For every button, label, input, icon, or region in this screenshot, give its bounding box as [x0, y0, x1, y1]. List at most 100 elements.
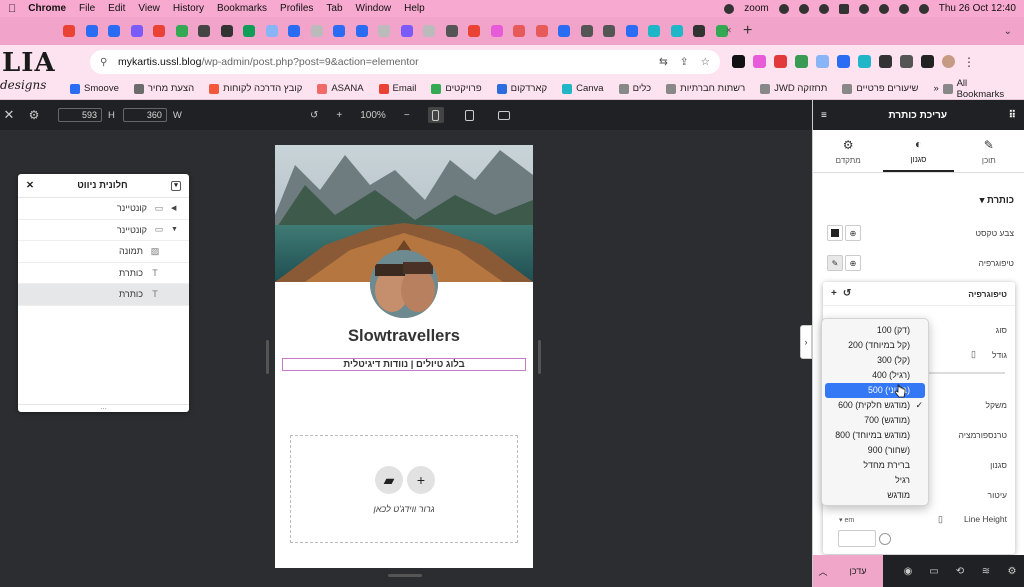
resize-handle-bottom[interactable] — [388, 574, 422, 577]
panel-collapse-button[interactable]: › — [800, 325, 812, 359]
widget-drop-zone[interactable]: ▰ + גרור ווידג'ט לכאן — [290, 435, 518, 543]
resize-handle-left[interactable] — [266, 340, 269, 374]
extension-icon[interactable] — [795, 55, 808, 68]
bookmark-item[interactable]: Canva — [562, 83, 604, 94]
add-section-plus-icon[interactable]: + — [407, 466, 435, 494]
sidebar-icon[interactable] — [921, 55, 934, 68]
add-icon[interactable]: + — [831, 288, 837, 299]
close-icon[interactable]: ✕ — [26, 180, 34, 191]
browser-tab[interactable] — [508, 20, 531, 42]
zoom-out-icon[interactable]: − — [404, 110, 410, 121]
browser-tab[interactable] — [463, 20, 486, 42]
browser-tab[interactable] — [171, 20, 194, 42]
preview-eye-icon[interactable]: ◉ — [895, 566, 921, 577]
browser-tab[interactable] — [126, 20, 149, 42]
extension-icon[interactable] — [753, 55, 766, 68]
heading-subtitle-selected[interactable]: בלוג טיולים | נוודות דיגיטלית — [282, 358, 526, 371]
weight-option[interactable]: 300 (קל) — [822, 353, 928, 368]
weight-option[interactable]: 700 (מודגש) — [822, 413, 928, 428]
section-heading[interactable]: ▾ כותרת — [980, 195, 1014, 206]
navigator-layers-icon[interactable]: ≋ — [973, 566, 999, 577]
tab-search-icon[interactable]: ⌄ — [1004, 26, 1012, 37]
menu-profiles[interactable]: Profiles — [280, 3, 313, 14]
weight-option[interactable]: ברירת מחדל — [822, 458, 928, 473]
browser-tab[interactable] — [531, 20, 554, 42]
mobile-device-icon[interactable] — [427, 107, 444, 123]
chevron-left-icon[interactable]: ◀ — [171, 204, 179, 212]
zoom-in-icon[interactable]: + — [336, 110, 342, 121]
menu-window[interactable]: Window — [356, 3, 392, 14]
extension-icon[interactable] — [816, 55, 829, 68]
browser-tab[interactable] — [418, 20, 441, 42]
new-tab-button[interactable]: + — [743, 22, 752, 40]
weight-option-highlighted[interactable]: 500 (בינוני) — [825, 383, 925, 398]
weight-option-checked[interactable]: 600 (מודגש חלקית) ✓ — [822, 398, 928, 413]
navigator-item[interactable]: תמונה ▨ — [18, 241, 189, 263]
menu-file[interactable]: File — [79, 3, 95, 14]
browser-tab[interactable] — [283, 20, 306, 42]
template-library-folder-icon[interactable]: ▰ — [375, 466, 403, 494]
weight-option[interactable]: 100 (דק) — [822, 323, 928, 338]
tablet-device-icon[interactable] — [462, 107, 478, 123]
tab-style[interactable]: ◐ סגנון — [883, 130, 954, 172]
tab-content[interactable]: ✎ תוכן — [954, 130, 1024, 172]
responsive-device-icon[interactable]: ▯ — [938, 514, 943, 525]
globe-icon[interactable]: ⊕ — [845, 255, 861, 271]
extension-icon[interactable] — [858, 55, 871, 68]
bookmark-folder[interactable]: JWD תחזוקה — [760, 83, 827, 94]
history-icon[interactable]: ⟲ — [947, 566, 973, 577]
browser-tab[interactable] — [351, 20, 374, 42]
reset-zoom-icon[interactable]: ↺ — [310, 110, 318, 121]
navigator-resize-handle[interactable]: ... — [18, 403, 189, 412]
browser-tab[interactable] — [306, 20, 329, 42]
reset-icon[interactable]: ↺ — [843, 288, 851, 299]
close-icon[interactable]: ✕ — [0, 107, 18, 123]
browser-tab[interactable] — [103, 20, 126, 42]
share-icon[interactable]: ⇪ — [680, 56, 689, 68]
menu-bookmarks[interactable]: Bookmarks — [217, 3, 267, 14]
record-icon[interactable] — [724, 3, 735, 14]
collapse-all-icon[interactable]: ▾ — [170, 180, 181, 191]
extension-icon[interactable] — [732, 55, 745, 68]
menu-history[interactable]: History — [173, 3, 204, 14]
search-icon[interactable] — [898, 3, 909, 14]
bookmark-item[interactable]: קארדקום — [496, 83, 547, 94]
responsive-mode-icon[interactable]: ▭ — [921, 566, 947, 577]
profile-avatar[interactable] — [942, 55, 955, 68]
color-swatch[interactable] — [827, 225, 843, 241]
browser-tab[interactable] — [688, 20, 711, 42]
wifi-icon[interactable] — [878, 3, 889, 14]
resize-handle-right[interactable] — [538, 340, 541, 374]
close-tab-icon[interactable]: ✕ — [725, 26, 732, 35]
profile-avatar-image[interactable] — [370, 250, 438, 318]
bookmark-star-icon[interactable]: ☆ — [701, 56, 710, 68]
browser-tab[interactable] — [643, 20, 666, 42]
responsive-device-icon[interactable]: ▯ — [971, 349, 976, 360]
heading-title[interactable]: Slowtravellers — [275, 327, 533, 346]
extension-icon[interactable] — [879, 55, 892, 68]
navigator-item[interactable]: כותרת T — [18, 263, 189, 284]
bookmark-item[interactable]: פרויקטים — [431, 83, 482, 94]
settings-gear-icon[interactable]: ⚙ — [999, 566, 1024, 577]
chevron-down-icon[interactable]: ▼ — [171, 226, 179, 233]
gear-icon[interactable]: ⚙ — [24, 108, 44, 122]
menu-help[interactable]: Help — [404, 3, 425, 14]
weight-option[interactable]: 900 (שחור) — [822, 443, 928, 458]
url-bar[interactable]: ⚲ mykartis.ussl.blog/wp-admin/post.php?p… — [90, 49, 720, 74]
battery-icon[interactable] — [858, 3, 869, 14]
height-input[interactable]: 360 — [122, 108, 167, 122]
puzzle-icon[interactable] — [900, 55, 913, 68]
unit-selector[interactable]: ▾ em — [839, 516, 854, 524]
site-info-icon[interactable]: ⚲ — [100, 57, 110, 68]
weight-option[interactable]: 400 (רגיל) — [822, 368, 928, 383]
navigator-item[interactable]: קונטיינר ▭ ◀ — [18, 198, 189, 220]
clock-icon[interactable] — [818, 3, 829, 14]
browser-tab[interactable] — [598, 20, 621, 42]
menu-hamburger-icon[interactable]: ≡ — [821, 110, 827, 121]
browser-tab[interactable] — [373, 20, 396, 42]
bookmark-folder[interactable]: שיעורים פרטיים — [842, 83, 918, 94]
browser-tab[interactable] — [576, 20, 599, 42]
menu-tab[interactable]: Tab — [326, 3, 342, 14]
menu-view[interactable]: View — [138, 3, 160, 14]
browser-tab[interactable] — [193, 20, 216, 42]
